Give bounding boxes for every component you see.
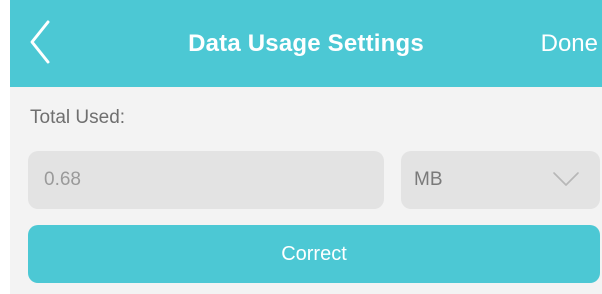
total-used-input[interactable] [28, 151, 384, 209]
header-bar: Data Usage Settings Done [10, 0, 602, 87]
chevron-down-icon [553, 172, 579, 186]
done-button[interactable]: Done [541, 0, 598, 87]
left-frame-margin [0, 0, 10, 294]
chevron-left-icon [30, 20, 50, 64]
page-title: Data Usage Settings [188, 30, 424, 57]
unit-select[interactable]: MB [401, 151, 600, 209]
settings-content: Total Used: MB Correct [10, 87, 602, 294]
back-button[interactable] [24, 16, 58, 68]
data-usage-settings-screen: Data Usage Settings Done Total Used: MB … [0, 0, 602, 294]
total-used-field[interactable] [28, 151, 384, 209]
correct-button[interactable]: Correct [28, 225, 600, 283]
unit-selected-value: MB [414, 169, 443, 190]
total-used-label: Total Used: [30, 107, 126, 128]
